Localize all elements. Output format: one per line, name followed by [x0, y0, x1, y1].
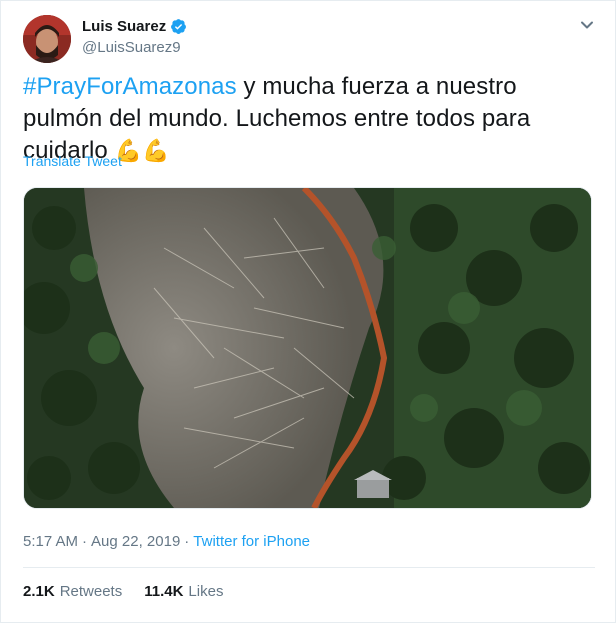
verified-badge-icon	[170, 18, 187, 35]
retweets-stat[interactable]: 2.1K Retweets	[23, 583, 122, 600]
avatar[interactable]	[23, 15, 71, 63]
user-handle[interactable]: @LuisSuarez9	[82, 39, 181, 56]
retweets-count: 2.1K	[23, 583, 55, 600]
hashtag-link[interactable]: #PrayForAmazonas	[23, 73, 237, 100]
tweet-time[interactable]: 5:17 AM	[23, 533, 78, 550]
author-name-row[interactable]: Luis Suarez	[82, 18, 187, 35]
likes-label: Likes	[188, 583, 224, 600]
meta-separator-2: ·	[184, 533, 190, 550]
chevron-down-icon[interactable]	[577, 15, 597, 35]
tweet-source-link[interactable]: Twitter for iPhone	[193, 533, 310, 550]
display-name[interactable]: Luis Suarez	[82, 18, 166, 35]
likes-stat[interactable]: 11.4K Likes	[144, 583, 223, 600]
divider	[23, 567, 595, 568]
tweet-card: Luis Suarez @LuisSuarez9 #PrayForAmazona…	[0, 0, 616, 623]
meta-separator: ·	[82, 533, 88, 550]
flexed-biceps-emoji: 💪💪	[114, 138, 170, 163]
translate-tweet-link[interactable]: Translate Tweet	[23, 153, 122, 169]
tweet-date[interactable]: Aug 22, 2019	[91, 533, 180, 550]
likes-count: 11.4K	[144, 583, 184, 600]
tweet-media-image[interactable]	[23, 187, 592, 509]
tweet-stats: 2.1K Retweets 11.4K Likes	[23, 583, 223, 600]
retweets-label: Retweets	[59, 583, 123, 600]
tweet-metadata: 5:17 AM · Aug 22, 2019 · Twitter for iPh…	[23, 533, 310, 550]
